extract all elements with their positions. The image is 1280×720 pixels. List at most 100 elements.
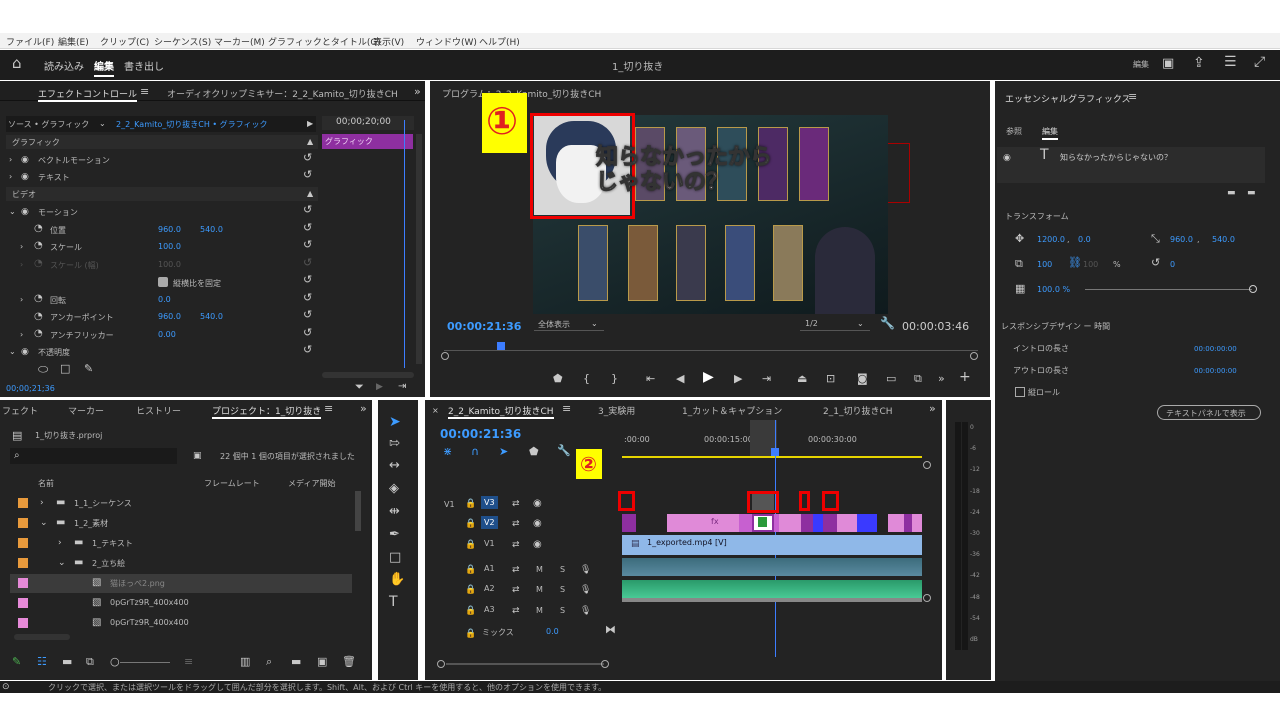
disclosure-arrow-icon[interactable]: › [58,537,62,549]
eye-icon[interactable]: ◉ [21,154,29,166]
v2-clip-graphic[interactable] [912,514,922,532]
write-mode-icon[interactable]: ✎ [12,656,21,668]
label-color-swatch[interactable] [18,558,28,568]
program-playhead[interactable] [497,342,505,350]
microphone-icon[interactable]: 🎙 [580,584,591,596]
step-back-icon[interactable]: ◀ [676,373,684,385]
workspace-tab-edit[interactable]: 編集 [94,58,114,77]
eg-position-x[interactable]: 1200.0 [1037,235,1065,244]
track-visibility-icon[interactable]: ◉ [533,539,542,551]
tab-effect-controls[interactable]: エフェクトコントロール [38,87,138,102]
v2-clip-graphic[interactable] [779,514,801,532]
intro-value[interactable]: 00:00:00:00 [1194,345,1237,353]
add-marker-icon[interactable]: ⬟ [553,373,563,385]
camera-icon[interactable]: ◙ [857,373,868,385]
new-layer-icon[interactable]: ▬ [1227,187,1236,199]
reset-icon[interactable]: ↺ [303,239,312,251]
v2-clip-graphic[interactable] [857,514,877,532]
vertical-zoom-bottom[interactable] [923,594,931,602]
mute-button[interactable]: M [536,585,543,594]
new-bin-icon[interactable]: ▬ [291,656,301,668]
track-target-v1[interactable]: V1 [481,537,498,550]
chevron-down-icon[interactable]: ⌄ [857,318,864,330]
comparison-icon[interactable]: ▭ [886,373,896,385]
mix-lock-icon[interactable]: 🔒 [465,628,476,640]
home-icon[interactable]: ⌂ [12,56,22,71]
tab-effects[interactable]: フェクト [2,404,38,417]
v2-clip-graphic[interactable] [813,514,823,532]
play-only-icon[interactable]: ▶ [307,118,313,130]
track-lock-icon[interactable]: 🔒 [465,584,476,596]
razor-tool-icon[interactable]: ◈ [389,482,399,495]
menu-sequence[interactable]: シーケンス(S) [154,35,211,48]
track-visibility-icon[interactable]: ◉ [533,518,542,530]
lift-icon[interactable]: ⏏ [797,373,807,385]
vertical-zoom-top[interactable] [923,461,931,469]
panel-menu-icon[interactable]: ≡ [1128,91,1137,103]
eg-anchor-y[interactable]: 540.0 [1212,235,1235,244]
expand-tabs-icon[interactable]: » [414,86,421,98]
zoom-slider-icon[interactable]: ○ [110,656,120,668]
go-to-in-icon[interactable]: ⇤ [646,373,655,385]
reset-icon[interactable]: ↺ [303,274,312,286]
mute-button[interactable]: M [536,565,543,574]
mix-value[interactable]: 0.0 [546,627,559,636]
reset-icon[interactable]: ↺ [303,327,312,339]
eg-scale[interactable]: 100 [1037,260,1052,269]
eye-icon[interactable]: ◉ [21,346,29,358]
stopwatch-icon[interactable]: ◔ [34,240,43,252]
scroll-handle-left[interactable] [441,352,449,360]
v2-clip-graphic[interactable] [904,514,912,532]
v2-clip-graphic[interactable] [667,514,739,532]
link-icon[interactable]: ⛓ [1068,257,1082,269]
pen-mask-icon[interactable]: ✎ [84,363,93,375]
project-item[interactable]: › ▬ 1_1_シーケンス [10,494,352,513]
track-target-a3[interactable]: A3 [481,603,498,616]
go-to-out-icon[interactable]: ⇥ [762,373,771,385]
h-zoom-right[interactable] [601,660,609,668]
list-view-icon[interactable]: ☷ [37,656,47,668]
eg-position-y[interactable]: 0.0 [1078,235,1091,244]
panel-menu-icon[interactable]: ≡ [324,403,333,415]
disclosure-arrow-icon[interactable]: ⌄ [58,557,66,569]
caption-line-2[interactable]: じゃないの？ [595,164,728,196]
slip-tool-icon[interactable]: ⇹ [389,505,400,518]
v2-clip-graphic[interactable] [837,514,857,532]
expand-arrow-icon[interactable]: › [9,154,12,166]
add-button-icon[interactable]: + [959,370,971,384]
col-media-start[interactable]: メディア開始 [288,478,335,489]
position-x-value[interactable]: 960.0 [158,225,181,234]
collapse-icon[interactable]: ▲ [307,136,313,148]
delete-layer-icon[interactable]: ▬ [1247,187,1256,199]
eg-anchor-x[interactable]: 960.0 [1170,235,1193,244]
expand-arrow-icon[interactable]: ⌄ [9,346,16,358]
project-item[interactable]: ⌄ ▬ 1_2_素材 [10,514,352,533]
track-target-v3[interactable]: V3 [481,496,498,509]
stopwatch-icon[interactable]: ◔ [34,311,43,323]
wrench-icon[interactable]: 🔧 [557,445,571,457]
eye-icon[interactable]: ◉ [21,206,29,218]
menu-help[interactable]: ヘルプ(H) [479,35,520,48]
scroll-handle-right[interactable] [970,352,978,360]
freeform-view-icon[interactable]: ⧉ [86,656,94,668]
new-bin-from-search-icon[interactable]: ▣ [193,450,202,462]
stopwatch-icon[interactable]: ◔ [34,328,43,340]
project-item[interactable]: › ▬ 1_テキスト [10,534,352,553]
label-color-swatch[interactable] [18,498,28,508]
expand-tabs-icon[interactable]: » [360,403,367,415]
tab-browse[interactable]: 参照 [1006,126,1022,137]
menu-file[interactable]: ファイル(F) [6,35,54,48]
zoom-slider[interactable] [120,662,170,663]
stopwatch-icon[interactable]: ◔ [34,293,43,305]
disclosure-arrow-icon[interactable]: ⌄ [40,517,48,529]
mark-out-icon[interactable]: } [611,373,618,385]
panel-menu-icon[interactable]: ≡ [140,86,149,98]
trash-icon[interactable]: 🗑 [342,656,356,668]
essential-graphics-title[interactable]: エッセンシャルグラフィックス [1005,92,1131,105]
uniform-scale-checkbox[interactable] [158,277,168,287]
label-color-swatch[interactable] [18,538,28,548]
export-frame-icon[interactable]: ⇥ [398,381,406,393]
solo-button[interactable]: S [560,585,565,594]
reset-icon[interactable]: ↺ [303,222,312,234]
reset-icon[interactable]: ↺ [303,292,312,304]
